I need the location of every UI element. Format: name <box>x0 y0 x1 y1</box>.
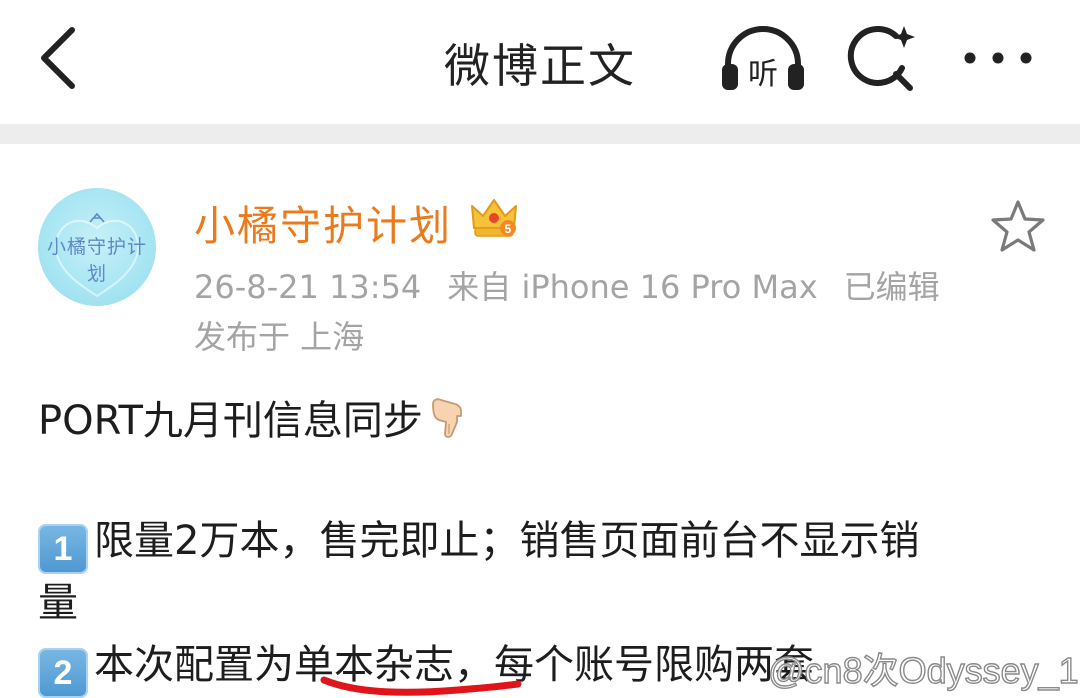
avatar-text: 小橘守护计划 <box>46 236 147 285</box>
sparkle-search-icon <box>847 25 915 91</box>
top-nav-bar: 微博正文 听 <box>0 0 1080 124</box>
list-item-1-continued: 量 <box>38 580 78 626</box>
post-meta: 26-8-21 13:54 来自 iPhone 16 Pro Max 已编辑 <box>194 262 966 308</box>
keycap-number-2: 2 <box>38 648 88 698</box>
avatar[interactable]: 小橘守护计划 <box>38 188 156 306</box>
list-item-2-text-a: 本次配置为 <box>94 642 294 688</box>
section-divider <box>0 124 1080 144</box>
watermark: @cn8次Odyssey_1 <box>767 649 1079 691</box>
post-intro-line: PORT九月刊信息同步 <box>38 388 473 446</box>
crown-badge-icon: 5 <box>471 199 517 237</box>
list-item-1: 1 限量2万本，售完即止；销售页面前台不显示销 <box>38 508 919 574</box>
listen-button[interactable]: 听 <box>718 24 808 94</box>
keycap-number-1: 1 <box>38 524 88 574</box>
post-intro: PORT九月刊信息同步 <box>38 398 423 444</box>
more-options-button[interactable] <box>958 30 1038 86</box>
author-name[interactable]: 小橘守护计划 <box>194 192 452 252</box>
more-dots-icon <box>964 52 1032 64</box>
list-item-1-text: 限量2万本，售完即止；销售页面前台不显示销 <box>94 518 920 564</box>
edited-label[interactable]: 已编辑 <box>844 268 940 306</box>
post-timestamp: 26-8-21 13:54 <box>194 268 422 306</box>
headphones-icon: 听 <box>722 26 804 92</box>
post-source[interactable]: 来自 iPhone 16 Pro Max <box>447 268 817 306</box>
badge-level: 5 <box>505 222 512 236</box>
post-location: 发布于 上海 <box>194 318 365 356</box>
red-underline-annotation <box>320 676 522 696</box>
listen-label: 听 <box>748 57 778 92</box>
search-button[interactable] <box>846 22 920 96</box>
favorite-button[interactable] <box>988 198 1048 256</box>
star-outline-icon <box>991 200 1045 252</box>
pointing-down-hand-icon <box>432 398 462 438</box>
